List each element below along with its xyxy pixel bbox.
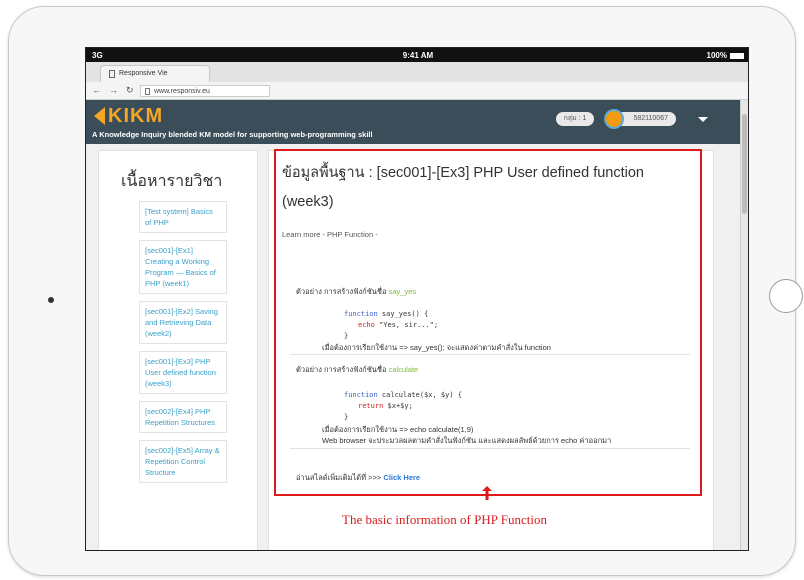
browser-tab-title: Responsive Vie bbox=[119, 70, 168, 77]
sidebar-title: เนื้อหารายวิชา bbox=[121, 173, 223, 190]
battery-icon bbox=[730, 52, 744, 59]
avatar[interactable] bbox=[604, 109, 624, 129]
sidebar-item-ex2[interactable]: [sec001]-[Ex2] Saving and Retrieving Dat… bbox=[139, 301, 227, 344]
page-scrollbar[interactable] bbox=[740, 100, 748, 550]
forward-icon[interactable]: → bbox=[109, 85, 118, 96]
reload-icon[interactable]: ↻ bbox=[126, 85, 134, 96]
camera-icon bbox=[48, 297, 54, 303]
annotation-highlight-box bbox=[274, 149, 702, 496]
annotation-caption: The basic information of PHP Function bbox=[342, 512, 547, 527]
address-bar: ← → ↻ www.responsiv.eu bbox=[86, 82, 748, 100]
chevron-down-icon[interactable] bbox=[698, 117, 708, 122]
sidebar-item-test-basics[interactable]: [Test system] Basics of PHP bbox=[139, 201, 227, 233]
nav-controls: ← → ↻ bbox=[92, 85, 134, 96]
page-icon bbox=[109, 70, 115, 78]
page-icon bbox=[145, 87, 150, 95]
home-button[interactable] bbox=[769, 279, 803, 313]
battery-percent: 100% bbox=[706, 51, 727, 60]
tablet-screen: 3G 9:41 AM 100% Responsive Vie ← → ↻ www… bbox=[85, 47, 749, 551]
status-time: 9:41 AM bbox=[402, 51, 434, 60]
sidebar-item-ex4[interactable]: [sec002]-[Ex4] PHP Repetition Structures bbox=[139, 401, 227, 433]
group-badge: กลุ่ม : 1 bbox=[556, 112, 594, 126]
url-text: www.responsiv.eu bbox=[154, 87, 210, 95]
logo-arrow-icon bbox=[94, 107, 105, 125]
site-header: KIKM A Knowledge Inquiry blended KM mode… bbox=[86, 100, 748, 144]
user-id-badge[interactable]: 582110067 bbox=[616, 112, 676, 126]
arrow-up-icon bbox=[482, 486, 492, 500]
logo-text: KIKM bbox=[108, 105, 164, 127]
status-bar: 3G 9:41 AM 100% bbox=[86, 48, 748, 62]
site-tagline: A Knowledge Inquiry blended KM model for… bbox=[92, 130, 373, 139]
sidebar-list: [Test system] Basics of PHP [sec001]-[Ex… bbox=[139, 201, 227, 490]
sidebar: เนื้อหารายวิชา [Test system] Basics of P… bbox=[98, 150, 258, 550]
battery-indicator: 100% bbox=[707, 51, 744, 60]
sidebar-item-ex3[interactable]: [sec001]-[Ex3] PHP User defined function… bbox=[139, 351, 227, 394]
site-logo[interactable]: KIKM bbox=[94, 106, 163, 126]
sidebar-item-ex1[interactable]: [sec001]-[Ex1] Creating a Working Progra… bbox=[139, 240, 227, 294]
browser-tab-strip: Responsive Vie bbox=[86, 62, 748, 82]
scroll-thumb[interactable] bbox=[742, 114, 747, 214]
sidebar-item-ex5[interactable]: [sec002]-[Ex5] Array & Repetition Contro… bbox=[139, 440, 227, 483]
url-field[interactable]: www.responsiv.eu bbox=[140, 85, 270, 97]
back-icon[interactable]: ← bbox=[92, 85, 101, 96]
page-body: เนื้อหารายวิชา [Test system] Basics of P… bbox=[86, 144, 742, 550]
browser-tab[interactable]: Responsive Vie bbox=[100, 65, 210, 82]
tablet-frame: 3G 9:41 AM 100% Responsive Vie ← → ↻ www… bbox=[8, 6, 803, 576]
